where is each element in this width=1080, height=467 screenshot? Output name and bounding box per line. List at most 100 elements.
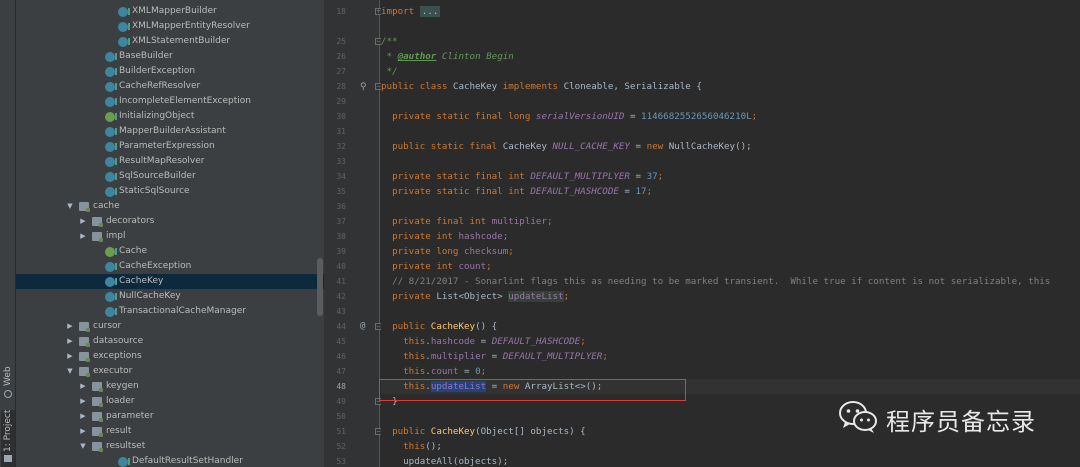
chevron-down-icon[interactable]: ▼ [79,439,87,454]
tree-folder-item[interactable]: ▶ exceptions [16,349,316,364]
tree-item-label: resultset [106,441,146,451]
package-folder-icon [79,337,90,347]
line-number: 30 [336,112,346,121]
code-line: this.hashcode = DEFAULT_HASHCODE; [381,336,586,347]
tree-item-label: TransactionalCacheManager [119,306,246,316]
tree-file-item[interactable]: CacheException [16,259,316,274]
folder-icon [4,455,12,462]
chevron-right-icon[interactable]: ▶ [79,229,87,244]
tree-file-item[interactable]: ResultMapResolver [16,154,316,169]
code-line: private List<Object> updateList; [381,291,570,302]
project-tree[interactable]: XMLMapperBuilder XMLMapperEntityResolver X… [16,0,324,467]
class-icon [105,292,117,302]
chevron-right-icon[interactable]: ▶ [79,394,87,409]
override-marker-icon[interactable]: @ [360,319,365,334]
chevron-right-icon[interactable]: ▶ [79,379,87,394]
implementation-marker-icon[interactable]: ⚲ [360,80,367,95]
tool-tab-web[interactable]: Web [1,360,15,400]
tree-file-item[interactable]: StaticSqlSource [16,184,316,199]
tree-item-label: XMLMapperEntityResolver [132,21,250,31]
tree-folder-item[interactable]: ▶ parameter [16,409,316,424]
chevron-down-icon[interactable]: ▼ [66,364,74,379]
tree-folder-item[interactable]: ▶ result [16,424,316,439]
line-number: 33 [336,157,346,166]
package-folder-icon [92,397,103,407]
tree-item-label: XMLStatementBuilder [132,36,231,46]
class-icon [118,7,130,17]
tree-file-item[interactable]: Cache [16,244,316,259]
tree-item-label: cursor [93,321,122,331]
tree-item-label: InitializingObject [119,111,195,121]
class-icon [105,67,117,77]
tree-file-item[interactable]: DefaultResultSetHandler [16,454,316,467]
line-number: 39 [336,247,346,256]
tree-file-item[interactable]: TransactionalCacheManager [16,304,316,319]
tree-file-item[interactable]: CacheKey [16,274,324,289]
tree-file-item[interactable]: BuilderException [16,64,316,79]
tree-file-item[interactable]: SqlSourceBuilder [16,169,316,184]
tree-folder-item[interactable]: ▼ cache [16,199,316,214]
tree-folder-item[interactable]: ▶ datasource [16,334,316,349]
code-line: updateAll(objects); [381,456,509,467]
class-icon [105,277,117,287]
tree-file-item[interactable]: BaseBuilder [16,49,316,64]
line-number: 46 [336,352,346,361]
tree-item-label: CacheRefResolver [119,81,201,91]
tree-item-label: NullCacheKey [119,291,181,301]
tree-folder-item[interactable]: ▶ keygen [16,379,316,394]
code-line: * @author Clinton Begin [381,51,514,62]
class-icon [118,37,130,47]
tree-item-label: cache [93,201,120,211]
tree-file-item[interactable]: NullCacheKey [16,289,316,304]
folded-imports[interactable]: ... [419,6,441,17]
tree-folder-item[interactable]: ▼ resultset [16,439,316,454]
line-number: 29 [336,97,346,106]
code-line: private int count; [381,261,492,272]
tree-file-item[interactable]: XMLMapperEntityResolver [16,19,316,34]
tree-folder-item[interactable]: ▶ cursor [16,319,316,334]
wechat-watermark: 程序员备忘录 [838,396,1058,440]
tree-item-label: executor [93,366,133,376]
line-number: 37 [336,217,346,226]
chevron-right-icon[interactable]: ▶ [66,319,74,334]
tree-folder-item[interactable]: ▼ executor [16,364,316,379]
tree-folder-item[interactable]: ▶ loader [16,394,316,409]
tree-scrollbar[interactable] [316,0,324,467]
interface-icon [105,247,117,257]
tree-item-label: MapperBuilderAssistant [119,126,226,136]
tree-folder-item[interactable]: ▶ impl [16,229,316,244]
chevron-right-icon[interactable]: ▶ [66,349,74,364]
chevron-right-icon[interactable]: ▶ [79,214,87,229]
globe-icon [4,390,12,398]
tree-item-label: ResultMapResolver [119,156,205,166]
class-icon [105,142,117,152]
tool-tab-project[interactable]: 1: Project [1,410,15,467]
class-icon [105,52,117,62]
tree-file-item[interactable]: XMLStatementBuilder [16,34,316,49]
class-icon [105,97,117,107]
tree-file-item[interactable]: InitializingObject [16,109,316,124]
line-number: 18 [336,7,346,16]
tree-file-item[interactable]: CacheRefResolver [16,79,316,94]
line-number: 41 [336,277,346,286]
tree-file-item[interactable]: MapperBuilderAssistant [16,124,316,139]
tree-item-label: parameter [106,411,154,421]
tree-file-item[interactable]: IncompleteElementException [16,94,316,109]
tree-file-item[interactable]: ParameterExpression [16,139,316,154]
code-line: public CacheKey() { [381,321,498,332]
chevron-right-icon[interactable]: ▶ [79,424,87,439]
chevron-down-icon[interactable]: ▼ [66,199,74,214]
code-line: this(); [381,441,442,452]
chevron-right-icon[interactable]: ▶ [66,334,74,349]
tree-scrollbar-thumb[interactable] [317,258,323,316]
line-number: 49 [336,397,346,406]
tree-item-label: exceptions [93,351,142,361]
tree-folder-item[interactable]: ▶ decorators [16,214,316,229]
tree-item-label: DefaultResultSetHandler [132,456,243,466]
tree-item-label: Cache [119,246,147,256]
tree-file-item[interactable]: XMLMapperBuilder [16,4,316,19]
class-icon [118,457,130,467]
wechat-logo-icon [839,401,877,433]
tree-item-label: impl [106,231,126,241]
chevron-right-icon[interactable]: ▶ [79,409,87,424]
